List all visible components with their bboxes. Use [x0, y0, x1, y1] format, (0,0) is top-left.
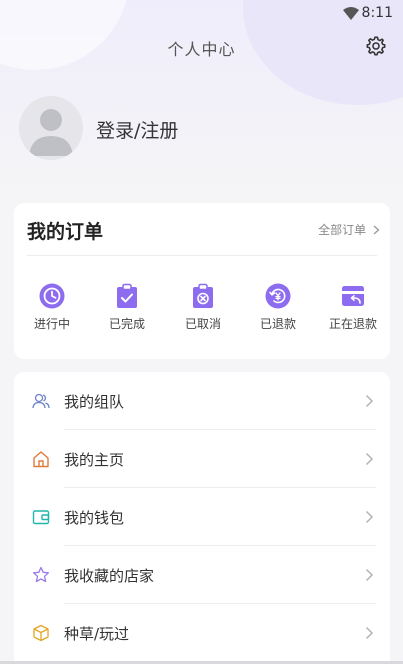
order-status-refunding[interactable]: 正在退款 — [321, 283, 385, 332]
home-icon — [33, 451, 49, 468]
chevron-right-icon — [365, 568, 374, 582]
orders-title: 我的订单 — [27, 221, 104, 243]
avatar[interactable] — [19, 96, 83, 160]
settings-gear-icon[interactable] — [365, 35, 387, 57]
divider — [27, 255, 377, 256]
clipboard-x-icon — [193, 283, 213, 308]
menu-item-label: 我的主页 — [64, 451, 125, 469]
chevron-right-icon — [365, 510, 374, 524]
menu-item-label: 种草/玩过 — [64, 625, 130, 643]
menu-item-label: 我的组队 — [64, 393, 125, 411]
order-status-in-progress[interactable]: 进行中 — [20, 283, 84, 332]
chevron-right-icon — [365, 452, 374, 466]
order-status-cancelled[interactable]: 已取消 — [171, 283, 235, 332]
clock-icon — [39, 283, 65, 309]
status-time: 8:11 — [361, 5, 393, 21]
star-icon — [32, 566, 50, 583]
order-status-label: 进行中 — [33, 317, 70, 331]
page-title: 个人中心 — [167, 40, 236, 59]
order-status-refunded[interactable]: 已退款 — [246, 283, 310, 332]
menu-item-my-team[interactable]: 我的组队 — [14, 372, 390, 430]
profile-screen: 8:11 个人中心 登录/注册 我的订单 全部订单 进行中 已完成 已取消 已退… — [0, 0, 403, 664]
order-status-label: 已取消 — [184, 317, 221, 331]
box-icon — [33, 624, 49, 642]
orders-card: 我的订单 全部订单 进行中 已完成 已取消 已退款 正在退款 — [14, 203, 390, 359]
menu-item-planted-played[interactable]: 种草/玩过 — [14, 604, 390, 662]
menu-item-my-wallet[interactable]: 我的钱包 — [14, 488, 390, 546]
chevron-right-icon — [365, 626, 374, 640]
menu-item-my-homepage[interactable]: 我的主页 — [14, 430, 390, 488]
wifi-icon — [343, 7, 359, 20]
order-status-label: 正在退款 — [328, 317, 377, 331]
menu-card: 我的组队 我的主页 我的钱包 我收藏的店家 种草/玩过 — [14, 372, 390, 664]
order-status-label: 已完成 — [108, 317, 145, 331]
all-orders-label: 全部订单 — [318, 223, 367, 237]
all-orders-link[interactable]: 全部订单 — [318, 221, 380, 238]
team-icon — [32, 393, 50, 409]
menu-item-label: 我收藏的店家 — [64, 567, 155, 585]
menu-item-favorite-shops[interactable]: 我收藏的店家 — [14, 546, 390, 604]
refund-icon — [265, 283, 291, 309]
status-bar: 8:11 — [0, 0, 403, 28]
chevron-right-icon — [373, 225, 380, 235]
order-status-label: 已退款 — [259, 317, 296, 331]
menu-item-label: 我的钱包 — [64, 509, 125, 527]
default-avatar-icon — [29, 109, 73, 156]
login-register-link[interactable]: 登录/注册 — [96, 116, 178, 143]
card-return-icon — [342, 286, 364, 306]
order-status-completed[interactable]: 已完成 — [95, 283, 159, 332]
wallet-icon — [32, 510, 50, 525]
chevron-right-icon — [365, 394, 374, 408]
clipboard-check-icon — [117, 283, 137, 308]
